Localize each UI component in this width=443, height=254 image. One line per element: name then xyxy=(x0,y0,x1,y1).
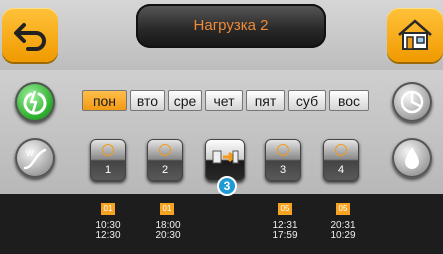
day-button-sun[interactable]: вос xyxy=(329,90,369,111)
mode-tag: 01 xyxy=(160,203,174,215)
home-icon xyxy=(398,19,432,50)
slot-label: 1 xyxy=(104,164,112,176)
time-range: 12:31 17:59 xyxy=(265,221,305,241)
app-screen: Нагрузка 2 W пон вто сре чет пят суб вос… xyxy=(0,0,443,254)
clock-chart-button[interactable] xyxy=(392,82,432,122)
end-time: 20:30 xyxy=(155,230,181,241)
slot-button-1[interactable]: 1 xyxy=(90,139,126,181)
power-icon xyxy=(23,90,47,115)
weather-curve-button[interactable]: W xyxy=(15,138,55,178)
water-drop-button[interactable] xyxy=(392,138,432,178)
weather-curve-icon: W xyxy=(23,148,47,170)
day-button-wed[interactable]: сре xyxy=(168,90,202,111)
water-drop-icon xyxy=(405,147,419,169)
time-range: 20:31 10:29 xyxy=(323,221,363,241)
day-button-tue[interactable]: вто xyxy=(130,90,165,111)
slot-label: 4 xyxy=(337,164,345,176)
mode-tag: 01 xyxy=(101,203,115,215)
slot-indicator-icon xyxy=(159,144,171,156)
back-arrow-icon xyxy=(14,23,46,51)
slot-indicator-icon xyxy=(102,144,114,156)
end-time: 12:30 xyxy=(95,230,121,241)
time-range: 18:00 20:30 xyxy=(148,221,188,241)
svg-text:W: W xyxy=(26,149,34,158)
slot-button-4[interactable]: 4 xyxy=(323,139,359,181)
slot-label: 2 xyxy=(161,164,169,176)
mode-tag: 05 xyxy=(336,203,350,215)
end-time: 17:59 xyxy=(272,230,298,241)
insert-arrow-icon xyxy=(212,150,239,164)
slot-label: 3 xyxy=(279,164,287,176)
slot-indicator-icon xyxy=(277,144,289,156)
day-button-fri[interactable]: пят xyxy=(246,90,285,111)
back-button[interactable] xyxy=(2,8,58,62)
day-button-mon[interactable]: пон xyxy=(82,90,127,111)
home-button[interactable] xyxy=(387,8,443,62)
mode-tag: 05 xyxy=(278,203,292,215)
slot-indicator-icon xyxy=(335,144,347,156)
end-time: 10:29 xyxy=(330,230,356,241)
slot-button-2[interactable]: 2 xyxy=(147,139,183,181)
day-button-thu[interactable]: чет xyxy=(205,90,243,111)
power-button[interactable] xyxy=(15,82,55,122)
page-title: Нагрузка 2 xyxy=(193,17,269,34)
clock-chart-icon xyxy=(400,90,424,114)
add-slot-button[interactable] xyxy=(205,139,245,181)
slot-button-3[interactable]: 3 xyxy=(265,139,301,181)
day-button-sat[interactable]: суб xyxy=(288,90,326,111)
time-range: 10:30 12:30 xyxy=(88,221,128,241)
step-badge: 3 xyxy=(217,176,237,196)
title-panel: Нагрузка 2 xyxy=(136,4,326,48)
